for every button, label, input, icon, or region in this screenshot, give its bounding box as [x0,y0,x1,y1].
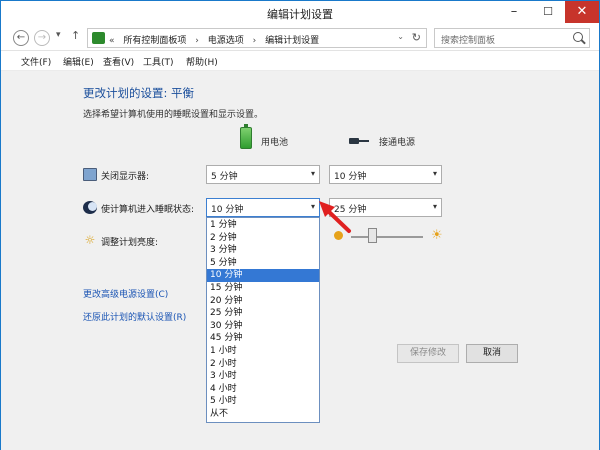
search-input[interactable]: 搜索控制面板 [434,28,590,48]
search-icon[interactable] [573,32,583,42]
sleep-options-dropdown: 1 分钟 2 分钟 3 分钟 5 分钟 10 分钟 15 分钟 20 分钟 25… [206,217,320,423]
page-description: 选择希望计算机使用的睡眠设置和显示设置。 [83,110,264,120]
plugged-in-column-header: 接通电源 [379,138,416,148]
breadcrumb-overflow[interactable]: « [109,36,115,46]
battery-column-header: 用电池 [261,138,289,148]
dropdown-option[interactable]: 20 分钟 [207,295,319,308]
brightness-icon: ☼ [84,233,96,247]
close-button[interactable]: ✕ [565,1,599,23]
breadcrumb: « 所有控制面板项 › 电源选项 › 编辑计划设置 [109,33,325,46]
dropdown-option[interactable]: 2 小时 [207,358,319,371]
breadcrumb-power-options[interactable]: 电源选项 [208,36,244,46]
brightness-label: 调整计划亮度: [101,238,159,248]
breadcrumb-separator[interactable]: › [253,36,257,46]
dropdown-option[interactable]: 15 分钟 [207,282,319,295]
dropdown-option[interactable]: 3 分钟 [207,244,319,257]
up-button[interactable]: ↑ [71,29,80,42]
sleep-label: 使计算机进入睡眠状态: [101,205,195,215]
dropdown-option[interactable]: 25 分钟 [207,307,319,320]
annotation-arrow-icon [319,201,351,233]
breadcrumb-all-items[interactable]: 所有控制面板项 [123,36,186,46]
chevron-down-icon: ▾ [310,202,315,211]
address-bar[interactable]: « 所有控制面板项 › 电源选项 › 编辑计划设置 ⌄ ↻ [87,28,427,48]
dropdown-option[interactable]: 5 小时 [207,395,319,408]
display-plugged-select[interactable]: 10 分钟 ▾ [329,165,442,184]
dropdown-option[interactable]: 5 分钟 [207,257,319,270]
search-placeholder: 搜索控制面板 [441,36,496,46]
back-button[interactable]: ← [13,30,29,46]
menu-tools[interactable]: 工具(T) [143,55,174,68]
refresh-button[interactable]: ↻ [412,31,421,44]
maximize-button[interactable]: ☐ [531,1,565,23]
menu-help[interactable]: 帮助(H) [186,55,218,68]
menu-edit[interactable]: 编辑(E) [63,55,94,68]
display-battery-select[interactable]: 5 分钟 ▾ [206,165,320,184]
dropdown-option[interactable]: 1 小时 [207,345,319,358]
advanced-power-settings-link[interactable]: 更改高级电源设置(C) [83,287,168,300]
monitor-icon [83,168,97,181]
display-battery-value: 5 分钟 [211,172,238,182]
control-panel-icon [92,32,105,44]
menu-file[interactable]: 文件(F) [21,55,51,68]
forward-button[interactable]: → [34,30,50,46]
save-changes-button[interactable]: 保存修改 [397,344,459,363]
sleep-icon [83,201,97,214]
sleep-battery-value: 10 分钟 [211,205,244,215]
dropdown-option[interactable]: 从不 [207,408,319,421]
navigation-bar: ← → ▾ ↑ « 所有控制面板项 › 电源选项 › 编辑计划设置 ⌄ ↻ 搜索… [1,25,599,51]
chevron-down-icon: ▾ [432,202,437,211]
dropdown-option[interactable]: 30 分钟 [207,320,319,333]
battery-icon [240,124,252,149]
restore-defaults-link[interactable]: 还原此计划的默认设置(R) [83,310,186,323]
brightness-high-icon: ☀ [431,228,443,243]
window: 编辑计划设置 – ☐ ✕ ← → ▾ ↑ « 所有控制面板项 › 电源选项 › … [0,0,600,450]
breadcrumb-edit-plan[interactable]: 编辑计划设置 [265,36,319,46]
dropdown-option[interactable]: 4 小时 [207,383,319,396]
dropdown-option[interactable]: 2 分钟 [207,232,319,245]
chevron-down-icon: ▾ [310,169,315,178]
display-plugged-value: 10 分钟 [334,172,367,182]
dropdown-option[interactable]: 3 小时 [207,370,319,383]
recent-locations-button[interactable]: ▾ [56,30,61,40]
dropdown-option-selected[interactable]: 10 分钟 [207,269,319,282]
dropdown-option[interactable]: 1 分钟 [207,219,319,232]
cancel-button[interactable]: 取消 [466,344,518,363]
title-bar: 编辑计划设置 – ☐ ✕ [1,1,599,25]
address-dropdown-button[interactable]: ⌄ [397,32,404,41]
brightness-plugged-slider[interactable] [351,236,423,238]
dropdown-option[interactable]: 45 分钟 [207,332,319,345]
chevron-down-icon: ▾ [432,169,437,178]
menu-bar: 文件(F) 编辑(E) 查看(V) 工具(T) 帮助(H) [1,51,599,71]
turn-off-display-label: 关闭显示器: [101,172,150,182]
breadcrumb-separator[interactable]: › [195,36,199,46]
page-title: 更改计划的设置: 平衡 [83,86,195,100]
plug-icon [349,136,371,146]
brightness-slider-thumb[interactable] [368,228,377,243]
menu-view[interactable]: 查看(V) [103,55,134,68]
sleep-battery-select[interactable]: 10 分钟 ▾ [206,198,320,217]
minimize-button[interactable]: – [497,1,531,23]
